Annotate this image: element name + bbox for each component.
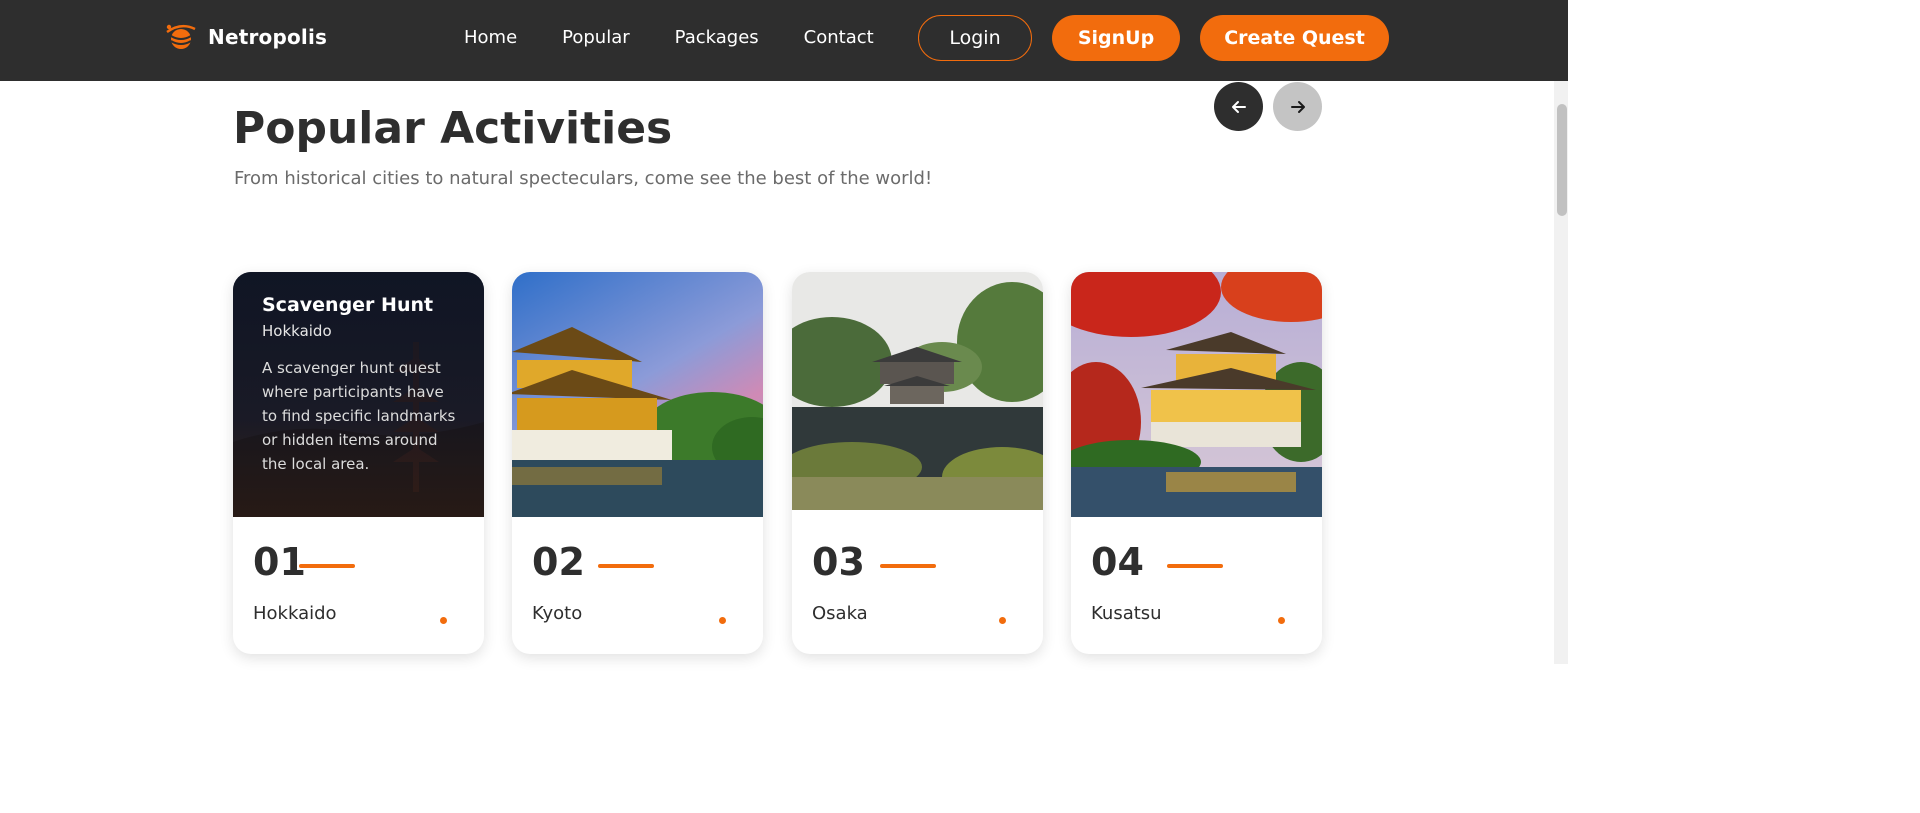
overlay-location: Hokkaido — [262, 322, 332, 340]
card-name: Osaka — [812, 603, 868, 624]
signup-button[interactable]: SignUp — [1052, 15, 1180, 61]
activity-card-osaka[interactable]: 03 Osaka — [792, 272, 1043, 654]
arrow-right-icon — [1290, 100, 1305, 113]
card-image-osaka — [792, 272, 1043, 517]
autumn-pavilion-photo — [1071, 272, 1322, 517]
overlay-description: A scavenger hunt quest where participant… — [262, 359, 456, 473]
card-number: 03 — [812, 540, 865, 584]
card-image-kusatsu — [1071, 272, 1322, 517]
golden-pavilion-photo — [512, 272, 763, 517]
page-scrollbar-thumb[interactable] — [1557, 104, 1567, 216]
globe-icon — [166, 24, 196, 49]
card-dot — [440, 617, 447, 624]
nav-link-popular[interactable]: Popular — [562, 27, 630, 48]
card-overlay: Scavenger Hunt Hokkaido A scavenger hunt… — [233, 272, 484, 517]
brand[interactable]: Netropolis — [164, 20, 327, 54]
navbar: Netropolis Home Popular Packages Contact… — [0, 0, 1568, 81]
card-dot — [999, 617, 1006, 624]
section-title: Popular Activities — [233, 103, 673, 154]
section-subtitle: From historical cities to natural specte… — [234, 168, 933, 189]
nav-link-packages[interactable]: Packages — [675, 27, 759, 48]
card-name: Kusatsu — [1091, 603, 1162, 624]
login-button[interactable]: Login — [918, 15, 1032, 61]
garden-temple-photo — [792, 272, 1043, 517]
card-number: 02 — [532, 540, 585, 584]
card-dot — [719, 617, 726, 624]
activity-card-hokkaido[interactable]: Scavenger Hunt Hokkaido A scavenger hunt… — [233, 272, 484, 654]
card-number: 04 — [1091, 540, 1144, 584]
card-number: 01 — [253, 540, 306, 584]
card-accent-line — [598, 564, 654, 568]
card-accent-line — [880, 564, 936, 568]
card-name: Kyoto — [532, 603, 583, 624]
card-accent-line — [299, 564, 355, 568]
overlay-title: Scavenger Hunt — [262, 294, 434, 316]
card-name: Hokkaido — [253, 603, 337, 624]
brand-name: Netropolis — [208, 25, 328, 49]
card-dot — [1278, 617, 1285, 624]
activity-card-kusatsu[interactable]: 04 Kusatsu — [1071, 272, 1322, 654]
carousel-next-button[interactable] — [1273, 82, 1322, 131]
nav-link-contact[interactable]: Contact — [804, 27, 874, 48]
card-image-kyoto — [512, 272, 763, 517]
card-accent-line — [1167, 564, 1223, 568]
nav-link-home[interactable]: Home — [464, 27, 517, 48]
carousel-prev-button[interactable] — [1214, 82, 1263, 131]
main-nav: Home Popular Packages Contact — [464, 27, 919, 48]
create-quest-button[interactable]: Create Quest — [1200, 15, 1389, 61]
arrow-left-icon — [1231, 100, 1246, 113]
activity-card-kyoto[interactable]: 02 Kyoto — [512, 272, 763, 654]
